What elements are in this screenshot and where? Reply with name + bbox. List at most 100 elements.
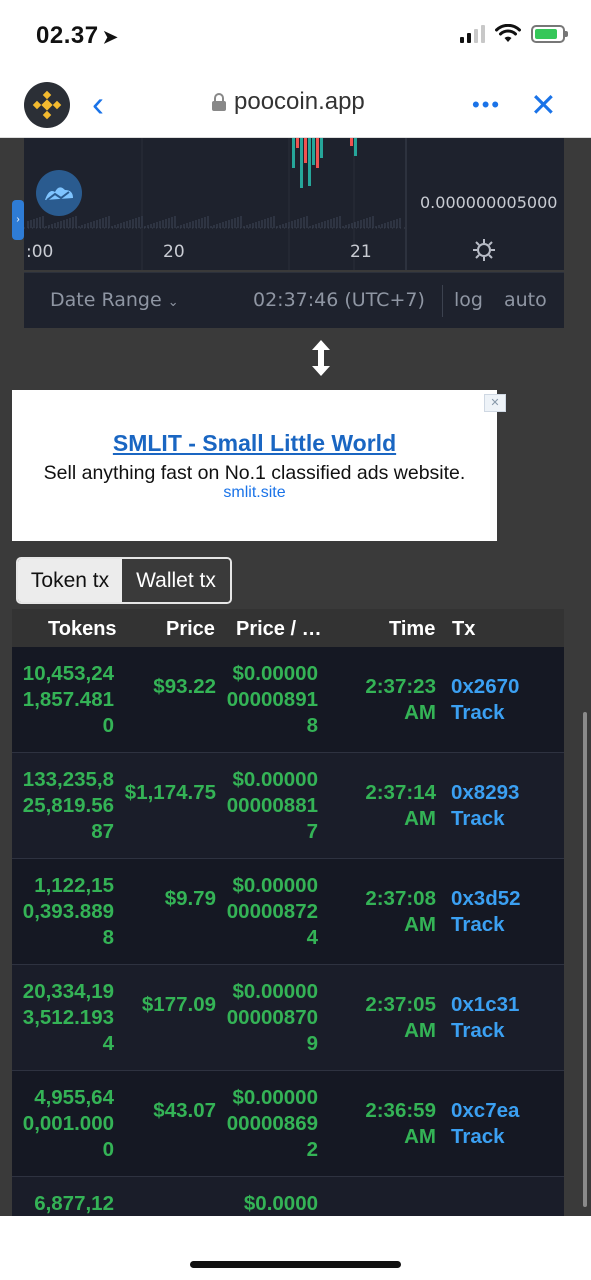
cell-price-per-token: $0.00000000008709	[226, 980, 318, 1055]
tx-hash-link[interactable]: 0xc7ea	[451, 1098, 561, 1124]
cell-tx: 0x2670 Track	[451, 674, 561, 726]
more-options-button[interactable]: •••	[472, 92, 501, 118]
cellular-signal-icon	[460, 25, 485, 43]
ad-title-link[interactable]: SMLIT - Small Little World	[12, 430, 497, 457]
resize-arrows-icon[interactable]	[308, 338, 334, 378]
back-button[interactable]: ‹	[92, 86, 120, 122]
header-tokens[interactable]: Tokens	[48, 618, 117, 641]
bottom-safe-area	[0, 1216, 591, 1280]
time-axis-label: 20	[163, 242, 185, 262]
candle	[304, 138, 307, 163]
track-link[interactable]: Track	[451, 912, 561, 938]
wifi-icon	[495, 24, 521, 42]
tx-hash-link[interactable]: 0x1c31	[451, 992, 561, 1018]
close-button[interactable]: ✕	[530, 86, 557, 124]
cell-time: 2:36:59 AM	[365, 1099, 436, 1148]
candle	[300, 138, 303, 188]
candle	[308, 138, 311, 186]
candle	[316, 138, 319, 168]
date-range-label: Date Range	[50, 289, 162, 311]
track-link[interactable]: Track	[451, 700, 561, 726]
ad-url-link[interactable]: smlit.site	[12, 484, 497, 502]
cell-price: $177.09	[141, 993, 216, 1016]
home-indicator[interactable]	[190, 1261, 401, 1268]
tradingview-logo-icon	[36, 170, 82, 216]
chevron-down-icon: ⌄	[167, 295, 179, 310]
status-time: 02.37 ➤	[36, 22, 118, 50]
price-axis-label: 0.000000005000	[420, 193, 558, 212]
cell-price-per-token: $0.00000000008724	[226, 874, 318, 949]
table-row[interactable]: 10,453,241,857.4810 $93.22 $0.000000000089…	[12, 647, 564, 753]
ad-close-icon[interactable]: ✕	[484, 394, 506, 412]
cell-tx: 0xc7ea Track	[451, 1098, 561, 1150]
candle	[354, 138, 357, 156]
date-range-dropdown[interactable]: Date Range ⌄	[50, 289, 179, 311]
header-price-per-token[interactable]: Price / …	[236, 618, 322, 641]
table-header: Tokens Price Price / … Time Tx	[12, 609, 564, 647]
track-link[interactable]: Track	[451, 806, 561, 832]
chart-clock: 02:37:46 (UTC+7)	[253, 289, 425, 311]
cell-tx: 0x3d52 Track	[451, 886, 561, 938]
cell-time: 2:37:08 AM	[365, 887, 436, 936]
cell-price: $93.22	[153, 675, 216, 698]
cell-price: $9.79	[164, 887, 216, 910]
side-drawer-handle[interactable]: ›	[12, 200, 24, 240]
cell-tokens: 133,235,825,819.5687	[22, 768, 114, 843]
tab-token-tx[interactable]: Token tx	[18, 559, 122, 602]
status-icons	[460, 24, 568, 44]
header-tx[interactable]: Tx	[452, 618, 475, 641]
url-text: poocoin.app	[234, 88, 365, 115]
battery-icon	[531, 25, 568, 43]
cell-time: 2:37:14 AM	[365, 781, 436, 830]
candle	[350, 138, 353, 146]
table-row[interactable]: 6,877,12 $0.0000	[12, 1177, 564, 1216]
tx-hash-link[interactable]: 0x8293	[451, 780, 561, 806]
cell-tokens: 4,955,640,001.0000	[22, 1086, 114, 1161]
cell-tokens: 6,877,12	[34, 1192, 114, 1215]
cell-price-per-token: $0.00000000008692	[226, 1086, 318, 1161]
status-bar: 02.37 ➤	[0, 0, 591, 72]
candle	[292, 138, 295, 168]
track-link[interactable]: Track	[451, 1124, 561, 1150]
cell-tokens: 20,334,193,512.1934	[22, 980, 114, 1055]
toolbar-divider	[442, 285, 443, 317]
candle	[296, 138, 299, 148]
scrollbar[interactable]	[583, 712, 587, 1207]
cell-tokens: 10,453,241,857.4810	[22, 662, 114, 737]
gear-icon[interactable]	[472, 238, 496, 262]
cell-tx: 0x1c31 Track	[451, 992, 561, 1044]
bnb-logo-icon[interactable]	[24, 82, 70, 128]
chart-toolbar: Date Range ⌄ 02:37:46 (UTC+7) log auto	[24, 272, 564, 328]
cell-price: $43.07	[153, 1099, 216, 1122]
header-time[interactable]: Time	[389, 618, 435, 641]
cell-price-per-token: $0.00000000008918	[226, 662, 318, 737]
table-row[interactable]: 4,955,640,001.0000 $43.07 $0.0000000000869…	[12, 1071, 564, 1177]
table-row[interactable]: 133,235,825,819.5687 $1,174.75 $0.00000000…	[12, 753, 564, 859]
cell-tokens: 1,122,150,393.8898	[22, 874, 114, 949]
browser-toolbar: ‹ poocoin.app ••• ✕	[0, 72, 591, 138]
auto-scale-toggle[interactable]: auto	[504, 289, 547, 311]
clock-text: 02.37	[36, 22, 99, 49]
time-axis-label: :00	[26, 242, 54, 262]
candle	[320, 138, 323, 158]
table-row[interactable]: 20,334,193,512.1934 $177.09 $0.00000000008…	[12, 965, 564, 1071]
candle	[312, 138, 315, 165]
transactions-table: 10,453,241,857.4810 $93.22 $0.000000000089…	[12, 647, 564, 1216]
tx-hash-link[interactable]: 0x3d52	[451, 886, 561, 912]
time-axis-label: 21	[350, 242, 372, 262]
cell-price-per-token: $0.0000	[243, 1192, 318, 1215]
url-display[interactable]: poocoin.app	[212, 88, 365, 116]
cell-tx: 0x8293 Track	[451, 780, 561, 832]
log-scale-toggle[interactable]: log	[454, 289, 483, 311]
ad-banner[interactable]: ✕ SMLIT - Small Little World Sell anythi…	[12, 390, 506, 541]
location-arrow-icon: ➤	[102, 27, 119, 47]
tx-tab-group: Token tx Wallet tx	[16, 557, 232, 604]
tx-hash-link[interactable]: 0x2670	[451, 674, 561, 700]
tab-wallet-tx[interactable]: Wallet tx	[122, 559, 230, 602]
cell-price: $1,174.75	[124, 781, 216, 804]
cell-time: 2:37:05 AM	[365, 993, 436, 1042]
ad-description: Sell anything fast on No.1 classified ad…	[43, 462, 466, 484]
table-row[interactable]: 1,122,150,393.8898 $9.79 $0.00000000008724…	[12, 859, 564, 965]
header-price[interactable]: Price	[166, 618, 215, 641]
track-link[interactable]: Track	[451, 1018, 561, 1044]
